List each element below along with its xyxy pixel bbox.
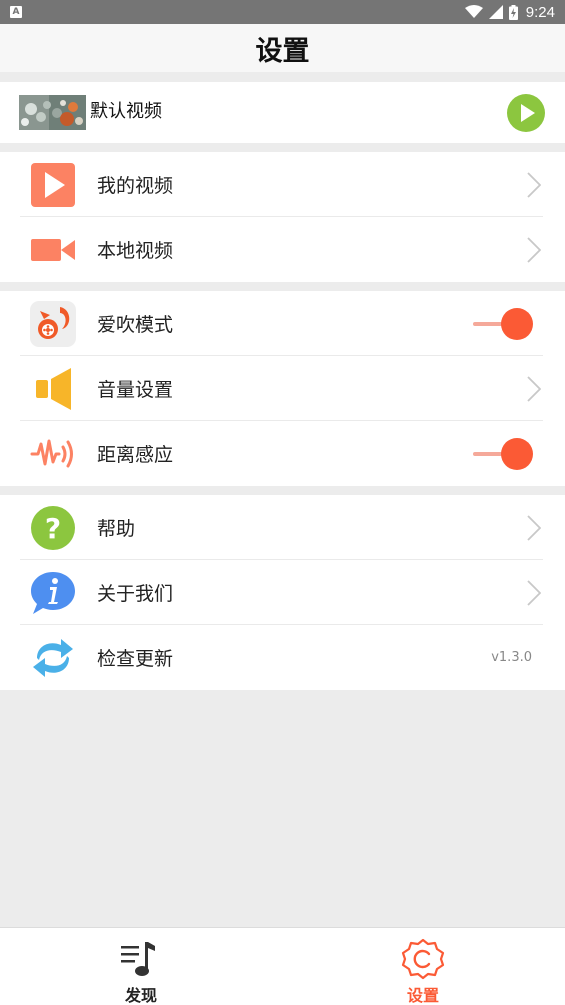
status-bar: A 9:24 <box>0 0 565 24</box>
svg-text:?: ? <box>45 512 61 545</box>
volume-settings-row[interactable]: 音量设置 <box>0 356 565 421</box>
squirrel-app-icon <box>30 300 76 347</box>
music-note-icon <box>121 942 155 976</box>
refresh-arrows-icon <box>30 635 76 681</box>
my-videos-label: 我的视频 <box>97 175 174 197</box>
tab-discover-label: 发现 <box>124 986 157 1005</box>
aichui-mode-toggle[interactable] <box>473 307 533 340</box>
volume-settings-label: 音量设置 <box>97 379 174 401</box>
local-videos-label: 本地视频 <box>97 240 174 262</box>
proximity-sensor-label: 距离感应 <box>97 444 174 466</box>
cell-signal-icon <box>488 5 503 19</box>
default-video-label: 默认视频 <box>90 101 162 122</box>
status-time: 9:24 <box>525 3 555 21</box>
tab-settings[interactable]: 设置 <box>363 928 483 1005</box>
tab-settings-label: 设置 <box>406 986 439 1005</box>
page-title: 设置 <box>0 24 565 72</box>
about-group: ? 帮助 关于我们 检查更新 v1.3.0 <box>0 495 565 690</box>
wifi-icon <box>464 5 483 18</box>
chevron-right-icon <box>527 375 541 402</box>
bottom-tab-bar: 发现 设置 <box>0 927 565 1005</box>
sound-wave-icon <box>30 431 76 477</box>
tab-discover[interactable]: 发现 <box>81 928 201 1005</box>
toggle-knob <box>501 437 533 470</box>
version-text: v1.3.0 <box>491 650 532 665</box>
info-bubble-icon <box>30 570 76 616</box>
default-video-row[interactable]: 默认视频 <box>0 82 565 143</box>
aichui-mode-row: 爱吹模式 <box>0 291 565 356</box>
aichui-mode-label: 爱吹模式 <box>97 314 174 336</box>
check-update-label: 检查更新 <box>97 648 174 670</box>
my-videos-row[interactable]: 我的视频 <box>0 152 565 217</box>
about-us-row[interactable]: 关于我们 <box>0 560 565 625</box>
video-camera-icon <box>30 227 76 273</box>
about-us-label: 关于我们 <box>97 583 174 605</box>
help-question-icon: ? <box>30 505 76 551</box>
speaker-icon <box>30 366 76 412</box>
help-label: 帮助 <box>97 518 136 540</box>
chevron-right-icon <box>527 514 541 541</box>
notification-icon: A <box>10 6 22 18</box>
chevron-right-icon <box>527 236 541 263</box>
default-video-thumbnail <box>19 95 86 130</box>
chevron-right-icon <box>527 579 541 606</box>
proximity-sensor-row: 距离感应 <box>0 421 565 486</box>
check-update-row[interactable]: 检查更新 v1.3.0 <box>0 625 565 690</box>
settings-gear-icon <box>401 938 445 980</box>
settings-group: 爱吹模式 音量设置 距离感应 <box>0 291 565 486</box>
play-button-icon[interactable] <box>507 94 545 132</box>
local-videos-row[interactable]: 本地视频 <box>0 217 565 282</box>
help-row[interactable]: ? 帮助 <box>0 495 565 560</box>
video-group: 我的视频 本地视频 <box>0 152 565 282</box>
chevron-right-icon <box>527 171 541 198</box>
play-square-icon <box>30 162 76 208</box>
proximity-sensor-toggle[interactable] <box>473 437 533 470</box>
toggle-knob <box>501 307 533 340</box>
battery-icon <box>508 4 518 20</box>
